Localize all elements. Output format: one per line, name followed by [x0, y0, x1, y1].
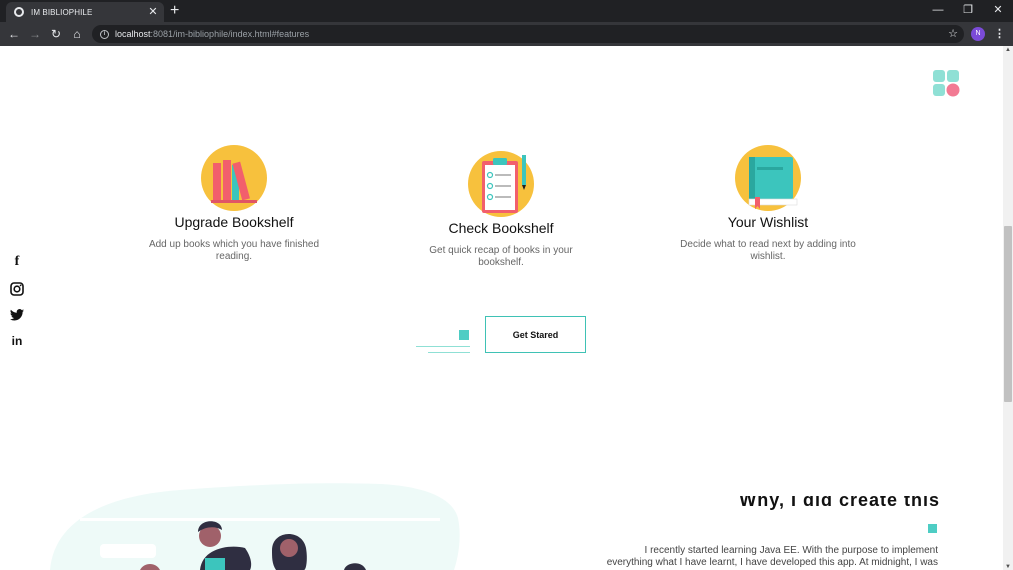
scroll-thumb[interactable] [1004, 226, 1012, 402]
browser-toolbar: ← → ↻ ⌂ i localhost:8081/im-bibliophile/… [0, 22, 1013, 46]
address-bar[interactable]: i localhost:8081/im-bibliophile/index.ht… [92, 25, 964, 43]
back-button[interactable]: ← [6, 25, 22, 43]
book-icon [735, 145, 801, 211]
feature-description: Get quick recap of books in your bookshe… [429, 245, 573, 268]
home-button[interactable]: ⌂ [69, 25, 85, 43]
app-logo-icon[interactable] [932, 69, 962, 99]
feature-title: Check Bookshelf [448, 220, 554, 236]
tab-close-icon[interactable]: ✕ [146, 6, 160, 18]
browser-menu-icon[interactable]: ⋮ [994, 26, 1005, 42]
reload-button[interactable]: ↻ [48, 25, 64, 43]
twitter-icon[interactable] [9, 307, 25, 323]
feature-your-wishlist: Your Wishlist Decide what to read next b… [668, 145, 868, 263]
decorative-square [928, 524, 937, 533]
feature-upgrade-bookshelf: Upgrade Bookshelf Add up books which you… [134, 145, 334, 263]
forward-button[interactable]: → [27, 25, 43, 43]
tab-title: IM BIBLIOPHILE [31, 7, 93, 17]
feature-check-bookshelf: Check Bookshelf Get quick recap of books… [401, 151, 601, 269]
decorative-line [428, 352, 470, 353]
instagram-icon[interactable] [9, 281, 25, 297]
feature-title: Your Wishlist [727, 214, 809, 230]
decorative-square [459, 330, 469, 340]
decorative-line [416, 346, 470, 347]
bookshelf-icon [201, 145, 267, 211]
close-window-button[interactable]: ✕ [988, 2, 1008, 18]
globe-icon [14, 7, 24, 17]
url-path: :8081/im-bibliophile/index.html#features [150, 29, 310, 39]
readers-illustration [50, 483, 460, 570]
minimize-button[interactable]: — [928, 2, 948, 18]
restore-button[interactable]: ❐ [958, 2, 978, 18]
browser-tab[interactable]: IM BIBLIOPHILE ✕ [6, 2, 164, 22]
scroll-down-arrow-icon[interactable]: ▼ [1003, 564, 1013, 570]
url-host: localhost [115, 29, 151, 39]
info-icon[interactable]: i [100, 29, 109, 39]
bookmark-star-icon[interactable]: ☆ [948, 26, 958, 42]
get-started-button[interactable]: Get Stared [485, 316, 586, 353]
profile-avatar[interactable]: N [971, 27, 985, 41]
linkedin-icon[interactable]: in [9, 334, 25, 350]
clipboard-checklist-icon [468, 151, 534, 217]
about-text: I recently started learning Java EE. Wit… [606, 545, 938, 568]
feature-description: Decide what to read next by adding into … [680, 239, 856, 262]
new-tab-button[interactable]: + [170, 1, 179, 21]
page-scrollbar[interactable]: ▲ ▼ [1003, 46, 1013, 570]
feature-title: Upgrade Bookshelf [174, 214, 294, 230]
about-heading: Why, I did create this [739, 496, 940, 510]
facebook-icon[interactable]: f [9, 254, 25, 270]
feature-description: Add up books which you have finished rea… [148, 239, 320, 262]
page-viewport: Upgrade Bookshelf Add up books which you… [0, 46, 1003, 570]
browser-titlebar: IM BIBLIOPHILE ✕ + — ❐ ✕ [0, 0, 1013, 22]
scroll-up-arrow-icon[interactable]: ▲ [1003, 47, 1013, 53]
